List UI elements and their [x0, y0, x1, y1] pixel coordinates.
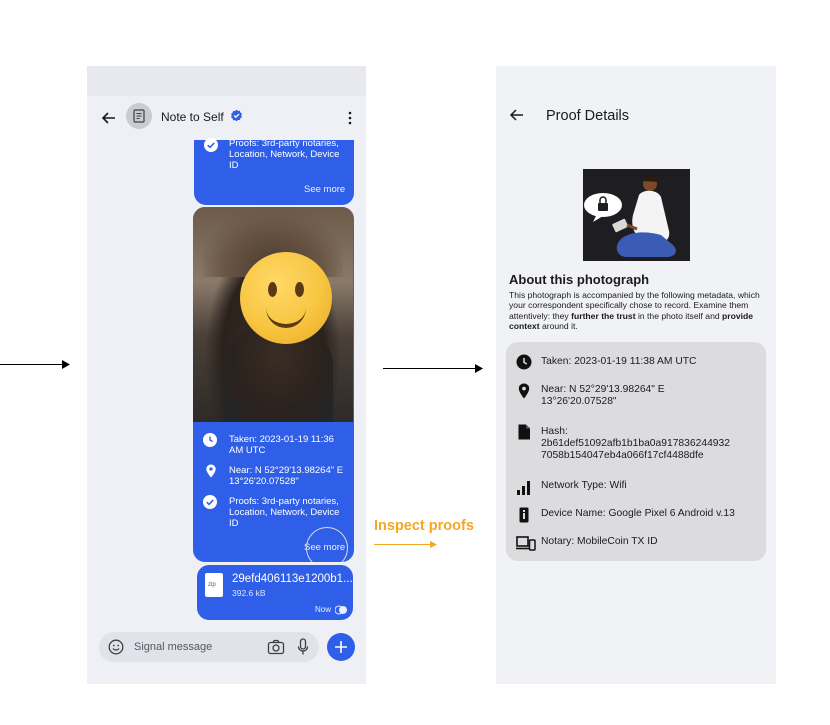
see-more-link[interactable]: See more [304, 184, 345, 195]
inspect-proofs-label: Inspect proofs [374, 518, 474, 534]
connector-arrow-line [383, 368, 477, 369]
status-bar [87, 66, 366, 96]
check-circle-icon [204, 138, 218, 152]
avatar[interactable] [126, 103, 152, 129]
add-attachment-button[interactable] [327, 633, 355, 661]
clock-icon [516, 354, 532, 370]
proofs-text: Proofs: 3rd-party notaries, Location, Ne… [229, 496, 340, 529]
plus-icon [335, 641, 347, 653]
message-input[interactable]: Signal message [134, 641, 212, 653]
about-description: This photograph is accompanied by the fo… [509, 290, 760, 331]
file-name: 29efd406113e1200b1... [232, 573, 353, 585]
incoming-arrow-line [0, 364, 64, 365]
about-title: About this photograph [509, 272, 650, 287]
file-size: 392.6 kB [232, 588, 266, 598]
chat-title[interactable]: Note to Self [161, 110, 224, 124]
file-message-bubble[interactable]: zip 29efd406113e1200b1... 392.6 kB Now [197, 565, 353, 620]
emoji-icon[interactable] [108, 639, 124, 655]
phone-info-icon [519, 507, 529, 523]
back-arrow-icon[interactable] [99, 108, 119, 128]
document-icon [518, 424, 530, 440]
overflow-menu-icon[interactable] [345, 108, 355, 128]
proof-details-card: Taken: 2023-01-19 11:38 AM UTC Near: N 5… [506, 342, 766, 561]
location-pin-icon [518, 383, 530, 399]
proof-message-bubble[interactable]: Proofs: 3rd-party notaries, Location, Ne… [194, 138, 354, 205]
proofs-text: Proofs: 3rd-party notaries, Location, Ne… [229, 138, 340, 171]
photo[interactable] [193, 207, 353, 422]
smiley-emoji-icon [240, 252, 332, 344]
photo-message-bubble[interactable]: Taken: 2023-01-19 11:36 AM UTC Near: N 5… [193, 207, 354, 562]
chat-header: Note to Self [87, 96, 366, 141]
proof-details-screen: Proof Details About this photograph This… [496, 66, 776, 684]
microphone-icon[interactable] [297, 638, 309, 656]
arrowhead-icon [62, 360, 70, 369]
note-icon [133, 109, 145, 123]
zip-file-icon: zip [205, 573, 223, 597]
verified-badge-icon [231, 109, 242, 122]
signal-bars-icon [517, 481, 530, 495]
devices-icon [516, 536, 536, 551]
arrowhead-icon [475, 364, 483, 373]
tap-highlight-circle [306, 527, 348, 562]
inspect-arrow-line [374, 544, 432, 545]
check-circle-icon [203, 495, 217, 509]
arrowhead-icon [430, 541, 437, 548]
near-text: Near: N 52°29'13.98264" E 13°26'20.07528… [229, 465, 344, 487]
location-pin-icon [206, 464, 216, 478]
back-arrow-icon[interactable] [508, 106, 526, 124]
message-timestamp: Now [315, 605, 332, 614]
privacy-illustration [583, 169, 690, 261]
clock-icon [203, 433, 217, 447]
delivered-check-icon [335, 605, 347, 615]
page-title: Proof Details [546, 108, 630, 124]
camera-icon[interactable] [267, 639, 285, 655]
taken-text: Taken: 2023-01-19 11:36 AM UTC [229, 434, 334, 456]
message-composer[interactable]: Signal message [99, 632, 319, 662]
